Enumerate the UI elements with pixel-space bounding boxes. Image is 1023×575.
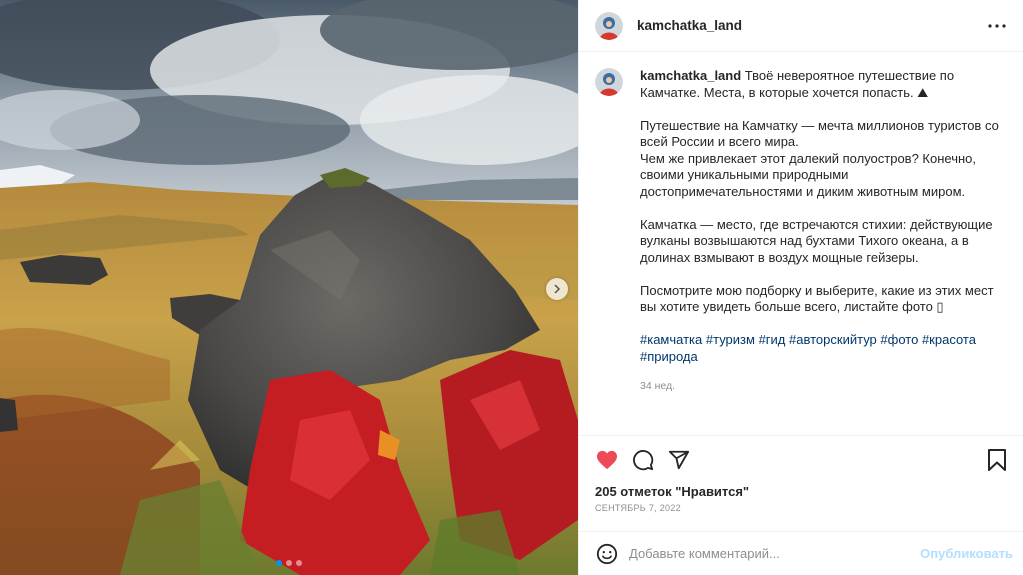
hashtag-link[interactable]: #фото [880, 332, 918, 347]
caption-paragraph: Посмотрите мою подборку и выберите, каки… [640, 282, 994, 315]
emoji-button[interactable] [595, 542, 619, 566]
hashtag-link[interactable]: #гид [759, 332, 786, 347]
publish-button[interactable]: Опубликовать [920, 546, 1013, 561]
caption-text: kamchatka_land Твоё невероятное путешест… [640, 68, 1007, 394]
next-slide-button[interactable] [546, 278, 568, 300]
bookmark-icon [988, 448, 1006, 471]
post-header: kamchatka_land [579, 0, 1023, 52]
likes-count[interactable]: 205 отметок "Нравится" [579, 483, 1023, 501]
hashtags: #камчатка #туризм #гид #авторскийтур #фо… [640, 332, 1007, 365]
hashtag-link[interactable]: #авторскийтур [789, 332, 877, 347]
carousel-dot [276, 560, 282, 566]
hashtag-link[interactable]: #туризм [706, 332, 755, 347]
comment-icon [633, 449, 654, 470]
avatar[interactable] [595, 11, 623, 40]
post-date: СЕНТЯБРЬ 7, 2022 [595, 503, 681, 513]
instagram-post: kamchatka_land kamchatka_land Твоё невер… [0, 0, 1023, 575]
post-photo[interactable] [0, 0, 578, 575]
landscape-photo [0, 0, 578, 575]
hashtag-link[interactable]: #камчатка [640, 332, 702, 347]
caption-line: Путешествие на Камчатку — мечта миллионо… [640, 117, 999, 150]
carousel-dot [296, 560, 302, 566]
comment-input[interactable] [629, 546, 921, 561]
avatar-image [595, 11, 623, 40]
emoji-icon [596, 543, 618, 564]
caption-line: Чем же привлекает этот далекий полуостро… [640, 150, 977, 199]
more-options-button[interactable] [985, 14, 1009, 38]
post-side-panel: kamchatka_land kamchatka_land Твоё невер… [578, 0, 1023, 575]
caption: kamchatka_land Твоё невероятное путешест… [595, 68, 1007, 394]
share-icon [668, 450, 690, 469]
post-author-username[interactable]: kamchatka_land [637, 18, 742, 33]
caption-username[interactable]: kamchatka_land [640, 68, 741, 83]
hashtag-link[interactable]: #природа [640, 349, 698, 364]
caption-paragraph: kamchatka_land Твоё невероятное путешест… [640, 68, 1007, 101]
carousel-dot [286, 560, 292, 566]
comment-button[interactable] [631, 448, 655, 472]
save-button[interactable] [985, 448, 1009, 472]
add-comment-form: Опубликовать [579, 531, 1023, 575]
like-button[interactable] [595, 448, 619, 472]
caption-paragraph: Камчатка — место, где встречаются стихии… [640, 216, 993, 265]
comments-section: kamchatka_land Твоё невероятное путешест… [579, 52, 1023, 435]
caption-age[interactable]: 34 нед. [640, 378, 1007, 395]
avatar-image [595, 68, 623, 96]
more-horizontal-icon [988, 23, 1006, 28]
chevron-right-icon [554, 284, 561, 294]
hashtag-link[interactable]: #красота [922, 332, 976, 347]
carousel-dots [0, 560, 578, 566]
share-button[interactable] [667, 448, 691, 472]
avatar[interactable] [595, 68, 623, 96]
heart-filled-icon [597, 450, 617, 469]
caption-paragraph: Путешествие на Камчатку — мечта миллионо… [640, 118, 1007, 201]
post-actions [579, 435, 1023, 483]
